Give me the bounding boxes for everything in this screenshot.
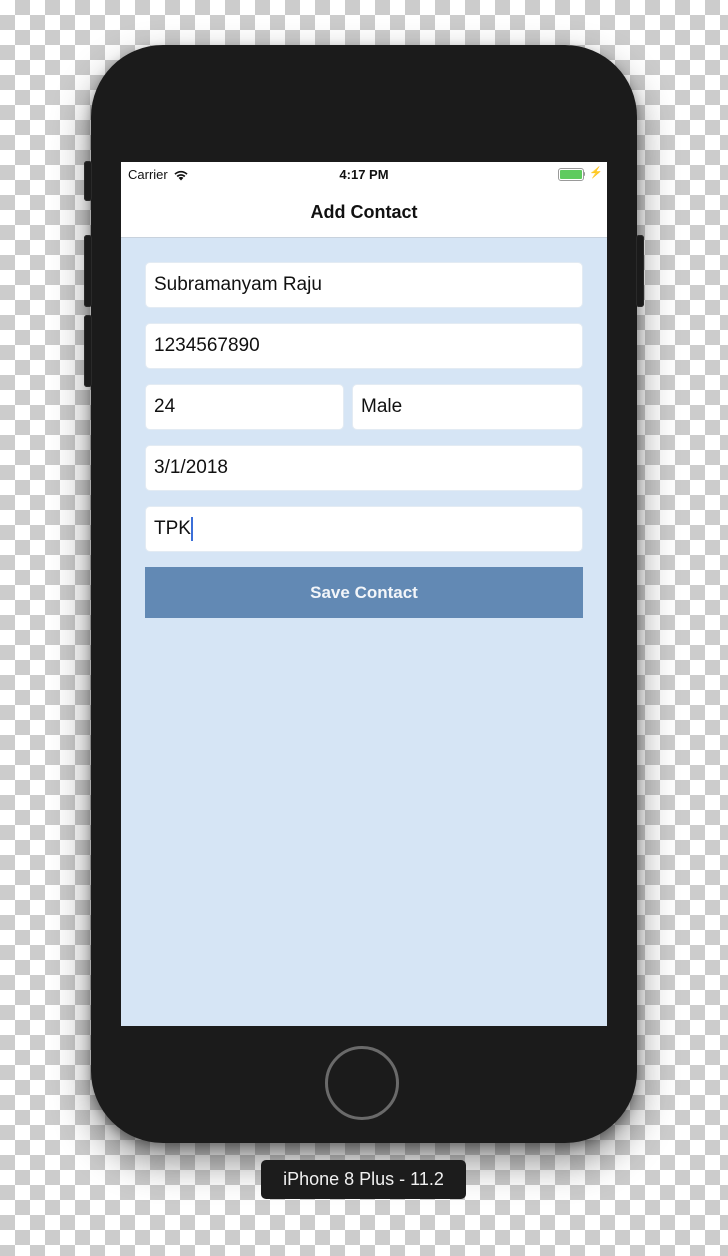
gender-field[interactable] <box>352 384 583 430</box>
add-contact-form: Save Contact <box>145 262 583 618</box>
location-field[interactable] <box>145 506 583 552</box>
phone-device-frame: Carrier 4:17 PM ⚡ Add Contact Subramanya… <box>84 45 644 1143</box>
mute-switch <box>84 161 92 201</box>
date-field[interactable] <box>145 445 583 491</box>
battery-icon <box>558 168 586 181</box>
location-field-wrapper <box>145 506 583 552</box>
battery-indicator: ⚡ <box>558 167 603 181</box>
status-time: 4:17 PM <box>339 167 389 182</box>
page-title: Add Contact <box>310 202 418 222</box>
age-gender-row <box>145 384 583 445</box>
bolt-icon: ⚡ <box>589 167 603 179</box>
save-contact-button[interactable]: Save Contact <box>145 567 583 618</box>
volume-down-button <box>84 315 92 387</box>
navigation-bar: Add Contact <box>121 188 607 238</box>
home-button[interactable] <box>325 1046 399 1120</box>
power-button <box>636 235 644 307</box>
app-screen: Carrier 4:17 PM ⚡ Add Contact Subramanya… <box>121 162 607 1026</box>
text-cursor <box>191 517 193 541</box>
age-field[interactable] <box>145 384 344 430</box>
volume-up-button <box>84 235 92 307</box>
phone-field[interactable] <box>145 323 583 369</box>
battery-fill <box>560 170 583 179</box>
status-bar: Carrier 4:17 PM ⚡ <box>121 162 607 188</box>
name-field[interactable] <box>145 262 583 308</box>
simulator-device-label: iPhone 8 Plus - 11.2 <box>261 1160 466 1199</box>
